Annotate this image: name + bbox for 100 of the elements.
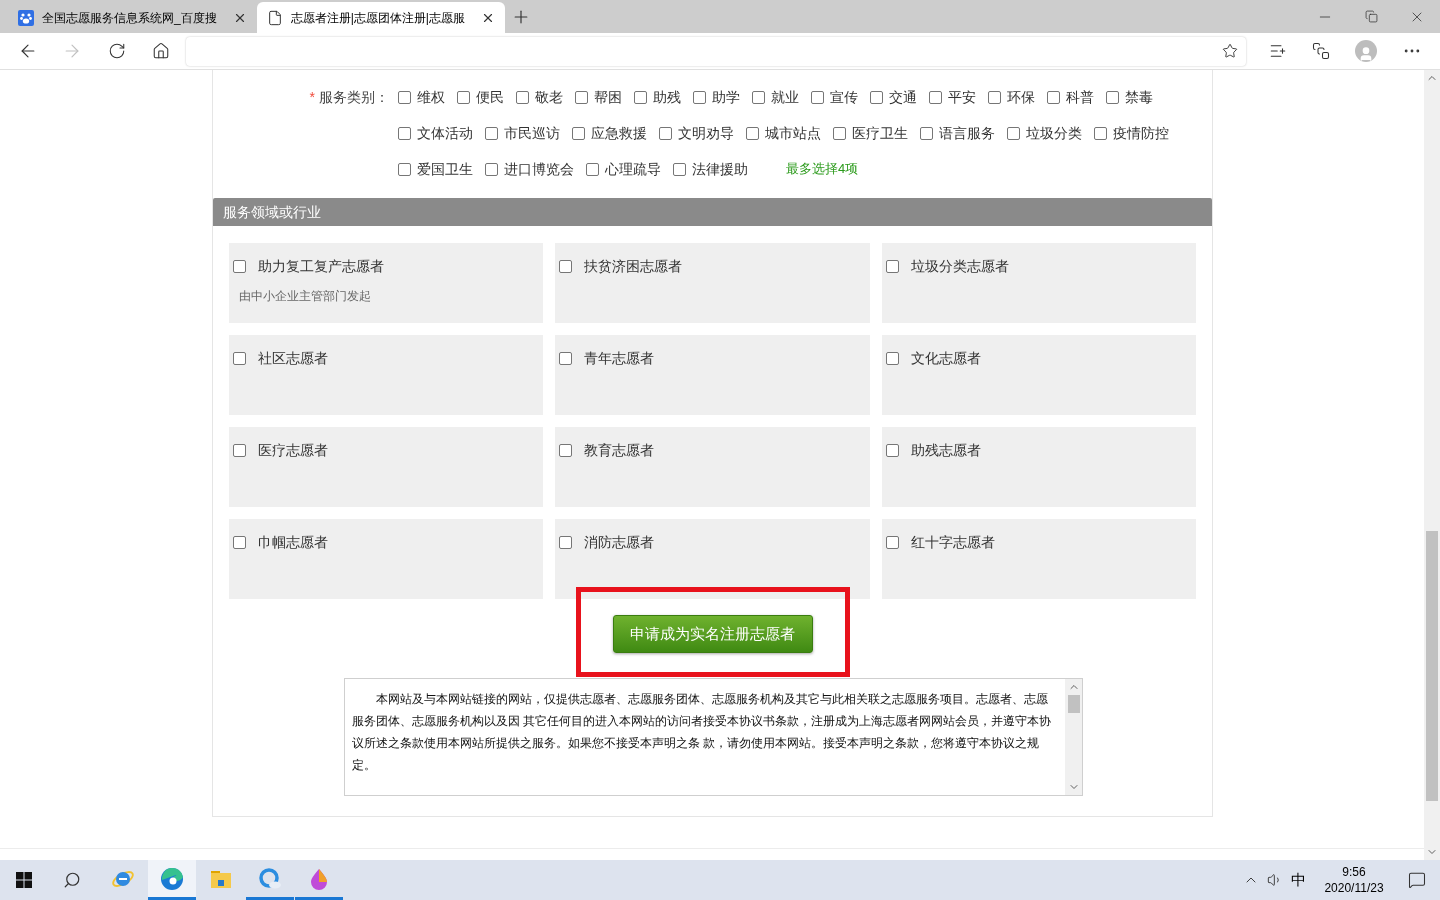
- checkbox[interactable]: [398, 126, 411, 140]
- reload-icon[interactable]: [108, 42, 126, 60]
- checkbox[interactable]: [586, 162, 599, 176]
- checkbox[interactable]: [811, 90, 824, 104]
- checkbox[interactable]: [559, 260, 573, 273]
- checkbox[interactable]: [1007, 126, 1020, 140]
- search-icon[interactable]: [63, 871, 81, 889]
- option-label: 助力复工复产志愿者: [258, 257, 384, 276]
- checkbox[interactable]: [398, 162, 411, 176]
- checkbox[interactable]: [233, 536, 246, 549]
- option-label: 青年志愿者: [584, 349, 655, 368]
- option-card[interactable]: 社区志愿者: [229, 335, 544, 415]
- checkbox[interactable]: [673, 162, 686, 176]
- option-label: 心理疏导: [605, 159, 661, 179]
- browser-tab[interactable]: 志愿者注册|志愿团体注册|志愿服: [256, 2, 505, 33]
- option-label: 就业: [771, 87, 799, 107]
- option-card[interactable]: 红十字志愿者: [881, 519, 1196, 599]
- option-card[interactable]: 垃圾分类志愿者: [881, 243, 1196, 323]
- hint-text: 最多选择4项: [786, 160, 859, 179]
- checkbox[interactable]: [988, 90, 1001, 104]
- option-card[interactable]: 助力复工复产志愿者 由中小企业主管部门发起: [229, 243, 544, 323]
- option-card[interactable]: 教育志愿者: [555, 427, 870, 507]
- option-card[interactable]: 青年志愿者: [555, 335, 870, 415]
- windows-start-icon[interactable]: [16, 872, 32, 888]
- checkbox[interactable]: [929, 90, 942, 104]
- option-label: 医疗志愿者: [258, 441, 328, 460]
- option-card[interactable]: 巾帼志愿者: [229, 519, 544, 599]
- checkbox[interactable]: [575, 90, 588, 104]
- checkbox[interactable]: [885, 536, 899, 549]
- checkbox[interactable]: [885, 444, 899, 457]
- page-icon: [266, 9, 283, 26]
- option-label: 环保: [1007, 87, 1035, 107]
- checkbox[interactable]: [885, 352, 899, 365]
- tab-title: 志愿者注册|志愿团体注册|志愿服: [290, 9, 465, 27]
- checkbox[interactable]: [1106, 90, 1119, 104]
- restore-icon[interactable]: [1364, 10, 1378, 23]
- option-label: 宣传: [830, 87, 858, 107]
- option-label: 语言服务: [939, 123, 995, 143]
- checkbox[interactable]: [885, 260, 899, 273]
- section-header: 服务领域或行业: [213, 198, 1212, 226]
- option-card[interactable]: 文化志愿者: [881, 335, 1196, 415]
- option-label: 社区志愿者: [258, 349, 328, 368]
- option-label: 教育志愿者: [584, 441, 655, 460]
- checkbox[interactable]: [485, 162, 498, 176]
- option-label: 法律援助: [692, 159, 748, 179]
- paw-icon: [18, 9, 34, 26]
- option-label: 城市站点: [765, 123, 821, 143]
- option-label: 敬老: [535, 87, 563, 107]
- home-icon[interactable]: [152, 42, 170, 60]
- checkbox[interactable]: [233, 444, 246, 457]
- notification-icon[interactable]: [1408, 871, 1426, 889]
- checkbox[interactable]: [634, 90, 647, 104]
- checkbox[interactable]: [398, 90, 411, 104]
- checkbox[interactable]: [457, 90, 470, 104]
- collections-icon[interactable]: [1312, 42, 1330, 60]
- checkbox[interactable]: [752, 90, 765, 104]
- checkbox[interactable]: [559, 536, 573, 549]
- clock-date: 2020/11/23: [1324, 880, 1384, 896]
- checkbox[interactable]: [1047, 90, 1060, 104]
- option-label: 文体活动: [417, 123, 473, 143]
- checkbox[interactable]: [659, 126, 672, 140]
- checkbox[interactable]: [485, 126, 498, 140]
- option-label: 科普: [1066, 87, 1094, 107]
- clock[interactable]: 9:56 2020/11/23: [1314, 864, 1394, 896]
- option-label: 巾帼志愿者: [258, 533, 328, 552]
- option-label: 疫情防控: [1113, 123, 1169, 143]
- option-card[interactable]: 医疗志愿者: [229, 427, 544, 507]
- favorite-star-icon[interactable]: [1222, 43, 1238, 59]
- input-method[interactable]: 中: [1291, 868, 1306, 892]
- option-label: 医疗卫生: [852, 123, 908, 143]
- ring-cloud-icon: [258, 866, 282, 891]
- option-label: 应急救援: [591, 123, 647, 143]
- checkbox[interactable]: [1094, 126, 1107, 140]
- option-card[interactable]: 助残志愿者: [881, 427, 1196, 507]
- option-label: 交通: [889, 87, 917, 107]
- option-label: 平安: [948, 87, 976, 107]
- checkbox[interactable]: [870, 90, 883, 104]
- taskbar-app[interactable]: [148, 860, 196, 900]
- option-label: 文明劝导: [678, 123, 734, 143]
- checkbox[interactable]: [233, 352, 246, 365]
- option-card[interactable]: 消防志愿者: [555, 519, 870, 599]
- scroll-thumb[interactable]: [1426, 531, 1438, 801]
- checkbox[interactable]: [833, 126, 846, 140]
- option-label: 垃圾分类: [1026, 123, 1082, 143]
- checkbox[interactable]: [572, 126, 585, 140]
- checkbox[interactable]: [516, 90, 529, 104]
- option-card[interactable]: 扶贫济困志愿者: [555, 243, 870, 323]
- checkbox[interactable]: [693, 90, 706, 104]
- page-scrollbar[interactable]: [1424, 70, 1440, 860]
- scrollbar[interactable]: [1065, 679, 1082, 795]
- checkbox[interactable]: [559, 444, 573, 457]
- option-label: 红十字志愿者: [910, 533, 995, 552]
- checkbox[interactable]: [746, 126, 759, 140]
- agreement-box[interactable]: 本网站及与本网站链接的网站，仅提供志愿者、志愿服务团体、志愿服务机构及其它与此相关联之志愿服务项目。志愿者、志愿服务团体、志愿服务机构以及因 其它任何目的进入本网站的访问者接受本协议书条款，注册成为上海志愿者网网站会员，并遵守本协议所述之条款使用本网站所提供之服务。如果您不接受本声明之条 款，请勿使用本网站。接受本声明之条款，您将遵守本协议之规定。: [344, 678, 1083, 796]
- checkbox[interactable]: [233, 260, 246, 273]
- checkbox[interactable]: [559, 352, 573, 365]
- checkbox[interactable]: [920, 126, 933, 140]
- scroll-thumb[interactable]: [1067, 695, 1080, 713]
- favorites-list-icon[interactable]: [1269, 42, 1287, 60]
- option-label: 便民: [476, 87, 504, 107]
